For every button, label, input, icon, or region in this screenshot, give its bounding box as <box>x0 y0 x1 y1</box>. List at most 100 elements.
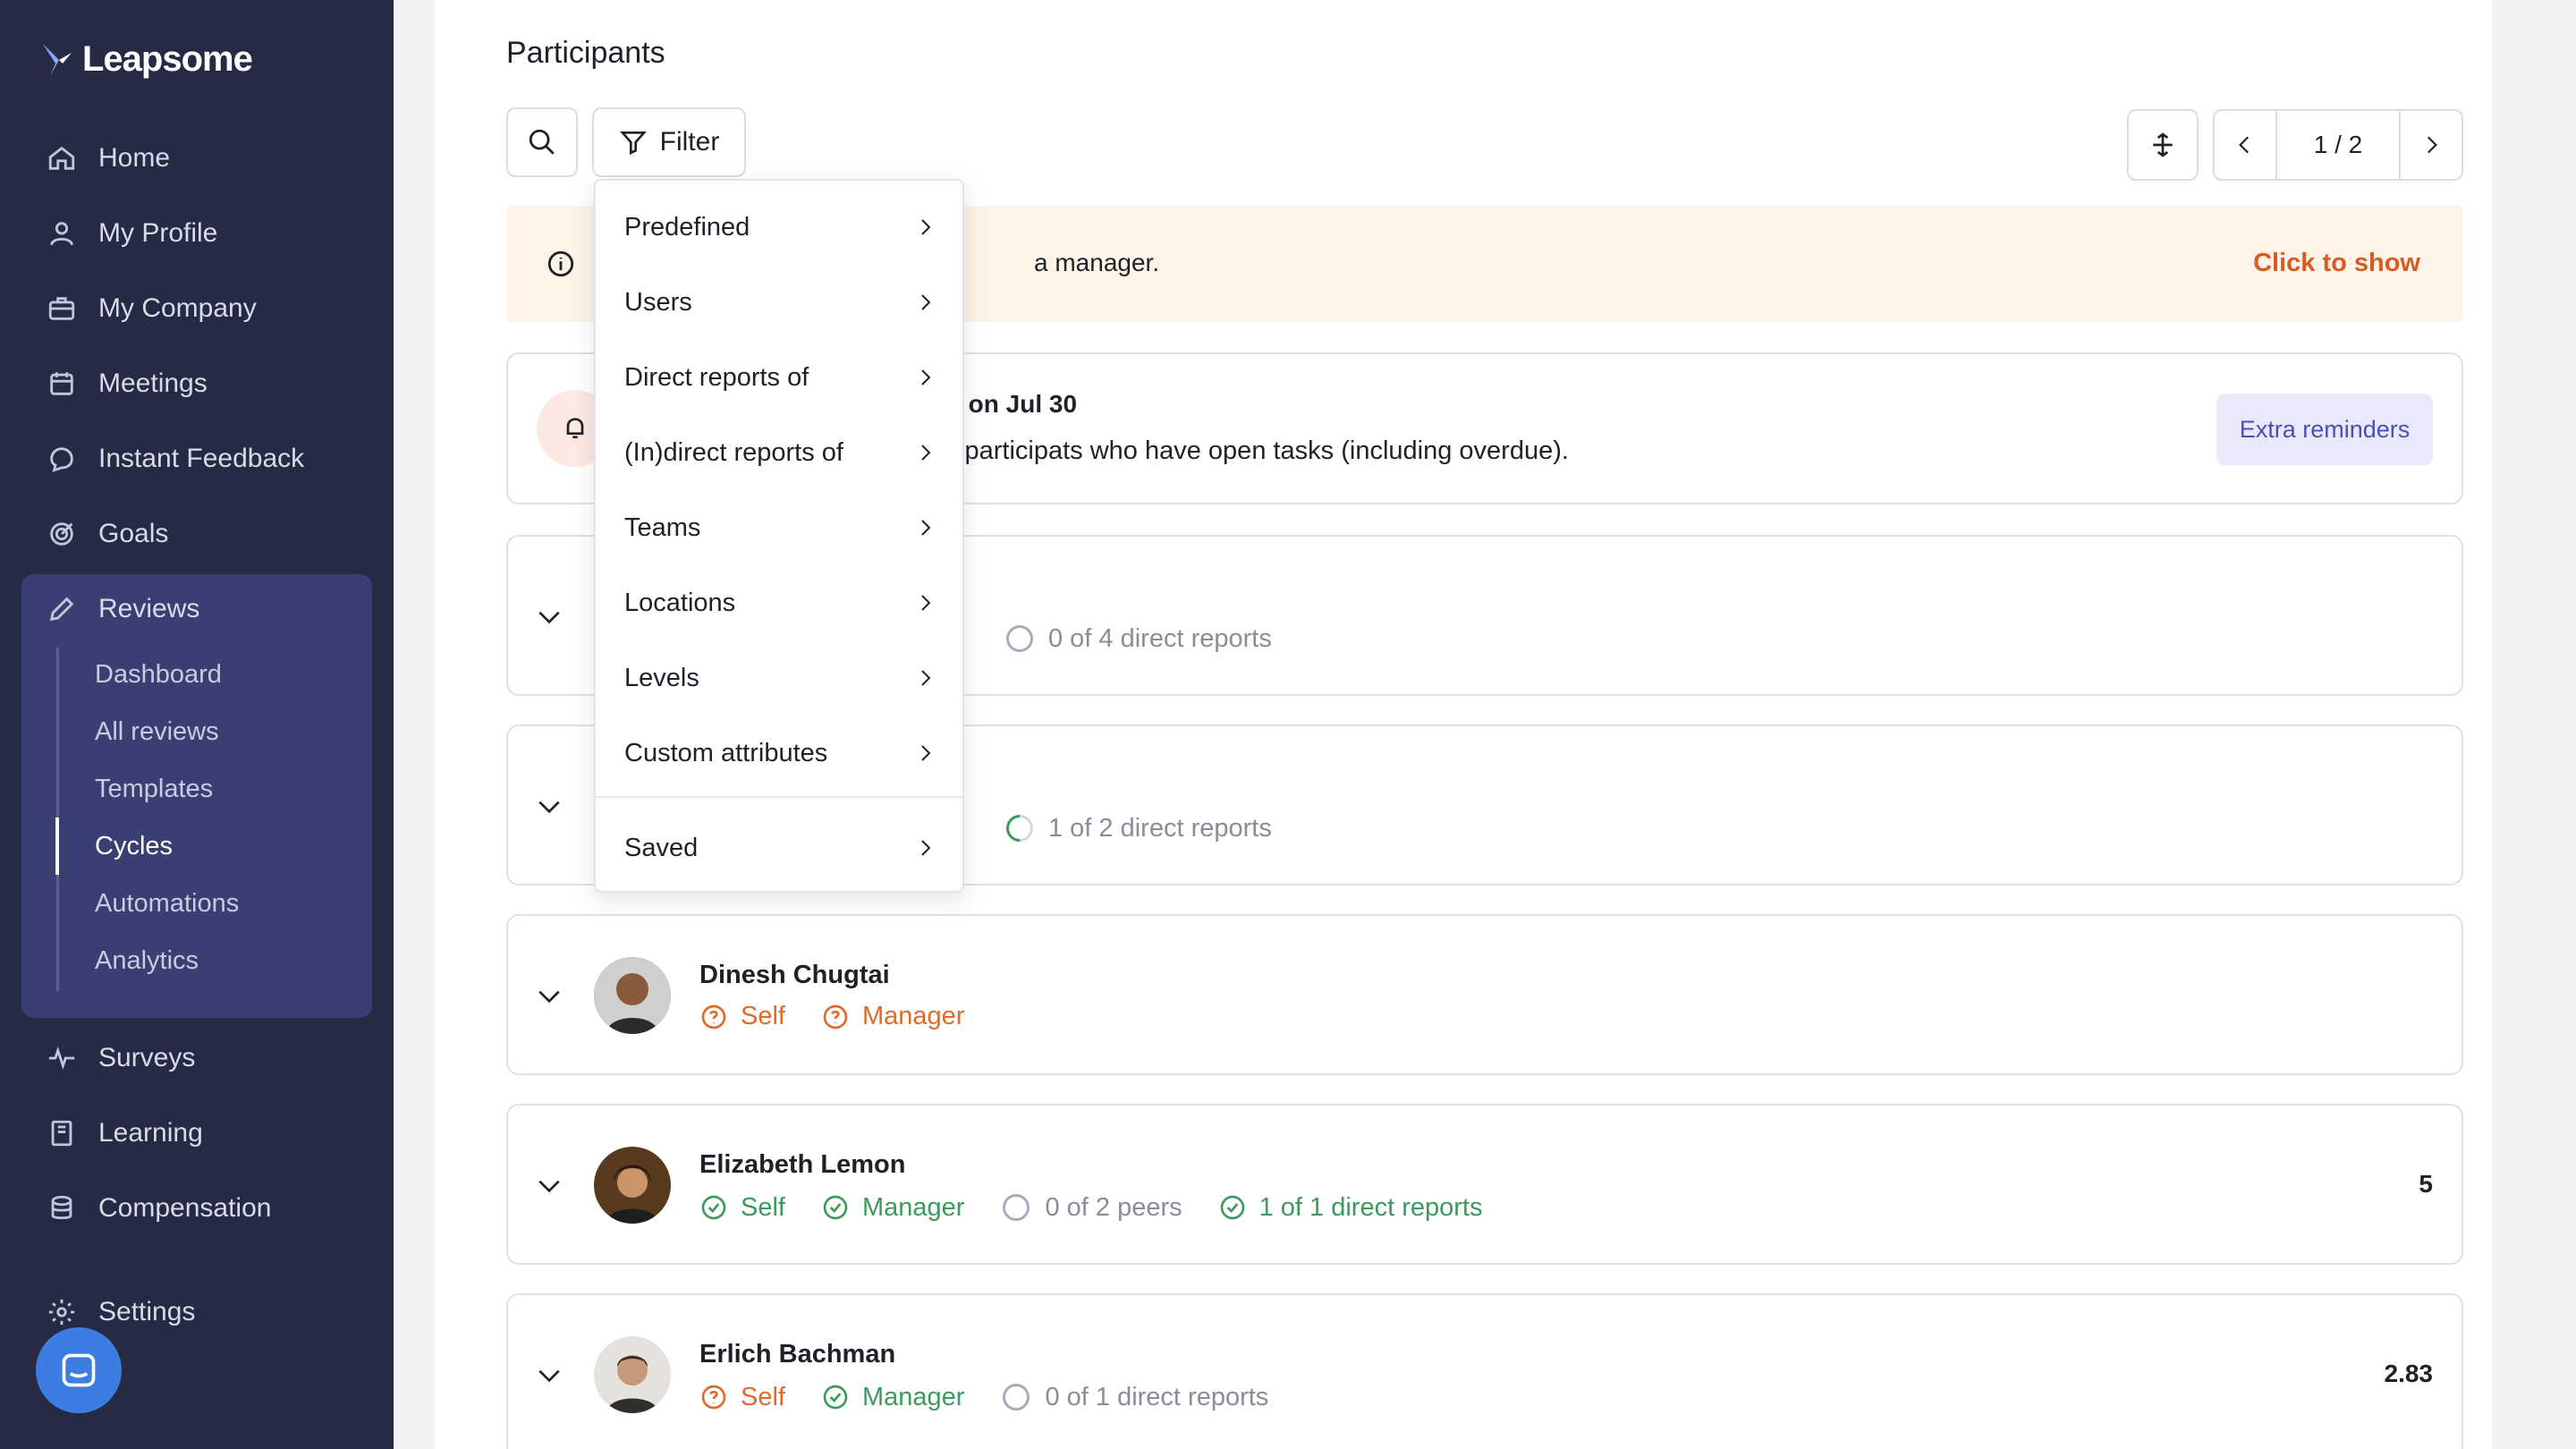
chevron-right-icon <box>921 745 931 761</box>
banner-text: a manager. <box>1034 249 1160 276</box>
tag-self: Self <box>699 1381 785 1413</box>
sub-nav-active-indicator <box>55 818 59 875</box>
participant-row[interactable]: Dinesh Chugtai Self Manager <box>506 914 2463 1075</box>
pencil-icon <box>49 597 74 622</box>
chevron-down-icon[interactable] <box>535 982 564 1011</box>
chevron-right-icon <box>921 595 931 611</box>
sidebar-item-goals[interactable]: Goals <box>47 512 168 556</box>
participant-row[interactable]: Erlich Bachman Self Manager 0 of 1 direc… <box>506 1293 2463 1449</box>
chevron-right-icon <box>921 369 931 386</box>
sidebar-item-my-company[interactable]: My Company <box>47 286 257 331</box>
sub-nav-cycles[interactable]: Cycles <box>95 828 173 864</box>
check-circle-icon <box>701 1195 726 1220</box>
filter-menu-item-saved[interactable]: Saved <box>596 810 962 886</box>
progress-circle-icon <box>1006 815 1033 842</box>
reminder-title: r on Jul 30 <box>952 390 1078 418</box>
sub-nav-analytics[interactable]: Analytics <box>95 943 199 979</box>
participant-tags: Self Manager 0 of 2 peers 1 of 1 direct … <box>699 1191 1482 1224</box>
sidebar-item-reviews[interactable]: Reviews <box>47 587 199 631</box>
filter-menu-item-indirect-reports[interactable]: (In)direct reports of <box>596 415 962 490</box>
extra-reminders-button[interactable]: Extra reminders <box>2216 394 2433 465</box>
filter-menu-item-users[interactable]: Users <box>596 265 962 340</box>
tag-self: Self <box>699 1191 785 1224</box>
participant-tags: Self Manager 0 of 1 direct reports <box>699 1381 1268 1413</box>
tag-self: Self <box>699 1002 785 1031</box>
empty-circle-icon <box>1003 1384 1030 1411</box>
sidebar-item-surveys[interactable]: Surveys <box>47 1036 195 1080</box>
next-page-button[interactable] <box>2401 111 2462 179</box>
check-circle-icon <box>823 1195 848 1220</box>
expand-collapse-button[interactable] <box>2127 109 2199 181</box>
leapsome-bird-icon <box>43 43 72 76</box>
filter-button[interactable]: Filter <box>592 107 746 177</box>
sidebar-item-home[interactable]: Home <box>47 136 170 181</box>
sidebar-item-my-profile[interactable]: My Profile <box>47 211 217 256</box>
sidebar-item-instant-feedback[interactable]: Instant Feedback <box>47 436 304 481</box>
chevron-down-icon[interactable] <box>535 603 564 631</box>
leapsome-logo[interactable]: Leapsome <box>39 39 253 80</box>
participant-score: 2.83 <box>2384 1360 2434 1387</box>
book-icon <box>51 1120 72 1147</box>
filter-menu-item-levels[interactable]: Levels <box>596 640 962 716</box>
prev-page-button[interactable] <box>2215 111 2275 179</box>
chevron-right-icon <box>921 840 931 856</box>
page-scrollbar[interactable] <box>2533 0 2576 1449</box>
expand-vertical-icon <box>2153 132 2173 157</box>
avatar-person-icon <box>594 1336 671 1413</box>
question-circle-icon <box>701 1004 726 1029</box>
tag-label: 0 of 2 peers <box>1045 1192 1182 1222</box>
gear-icon <box>48 1299 75 1326</box>
search-button[interactable] <box>506 107 578 177</box>
sub-nav-automations[interactable]: Automations <box>95 886 239 921</box>
check-circle-icon <box>823 1385 848 1410</box>
avatar-person-icon <box>594 957 671 1034</box>
chevron-right-icon <box>921 219 931 235</box>
sidebar-item-meetings[interactable]: Meetings <box>47 361 208 406</box>
sidebar-item-label: Learning <box>98 1118 203 1148</box>
participant-row[interactable]: Elizabeth Lemon Self Manager 0 of 2 peer… <box>506 1104 2463 1265</box>
check-circle-icon <box>1220 1195 1244 1220</box>
filter-menu-item-direct-reports[interactable]: Direct reports of <box>596 340 962 415</box>
chat-launcher-button[interactable] <box>36 1327 122 1413</box>
direct-reports-status: 1 of 2 direct reports <box>1004 812 1272 844</box>
sidebar-item-label: Meetings <box>98 369 208 398</box>
sidebar-item-learning[interactable]: Learning <box>47 1111 203 1156</box>
chat-bubble-icon <box>62 1353 96 1387</box>
sub-nav-templates[interactable]: Templates <box>95 771 213 807</box>
chevron-left-icon <box>2239 136 2250 154</box>
click-to-show-link[interactable]: Click to show <box>2253 249 2420 278</box>
chevron-right-icon <box>921 670 931 686</box>
bell-icon <box>566 418 584 438</box>
tag-label: 0 of 1 direct reports <box>1045 1382 1269 1411</box>
sidebar-item-compensation[interactable]: Compensation <box>47 1186 271 1231</box>
empty-circle-icon <box>1003 1194 1030 1221</box>
chevron-right-icon <box>921 520 931 536</box>
page-indicator: 1 / 2 <box>2275 111 2401 179</box>
chat-icon <box>50 447 73 472</box>
filter-menu-item-locations[interactable]: Locations <box>596 565 962 640</box>
sub-nav-all-reviews[interactable]: All reviews <box>95 714 219 750</box>
sidebar-item-label: Goals <box>98 519 169 548</box>
sidebar: Leapsome Home My Profile My Company Meet… <box>0 0 394 1449</box>
logo-text: Leapsome <box>82 39 253 79</box>
search-icon <box>529 129 555 155</box>
target-icon <box>50 522 73 546</box>
avatar-person-icon <box>594 1147 671 1224</box>
sub-nav-dashboard[interactable]: Dashboard <box>95 657 222 692</box>
filter-menu-item-teams[interactable]: Teams <box>596 490 962 565</box>
direct-reports-status: 0 of 4 direct reports <box>1004 623 1272 655</box>
filter-label: Filter <box>659 127 720 157</box>
filter-menu-item-predefined[interactable]: Predefined <box>596 190 962 265</box>
chevron-down-icon[interactable] <box>535 1172 564 1200</box>
filter-menu-item-custom-attributes[interactable]: Custom attributes <box>596 716 962 791</box>
chevron-down-icon[interactable] <box>535 1361 564 1390</box>
chevron-down-icon[interactable] <box>535 792 564 821</box>
tag-label: Manager <box>861 1192 965 1222</box>
menu-item-label: Locations <box>624 588 736 617</box>
calendar-icon <box>50 372 73 395</box>
menu-item-label: Levels <box>624 663 699 692</box>
avatar <box>594 957 671 1034</box>
tag-label: Self <box>741 1192 785 1222</box>
tag-manager: Manager <box>821 1191 964 1224</box>
filter-menu: Predefined Users Direct reports of (In)d… <box>594 179 964 893</box>
